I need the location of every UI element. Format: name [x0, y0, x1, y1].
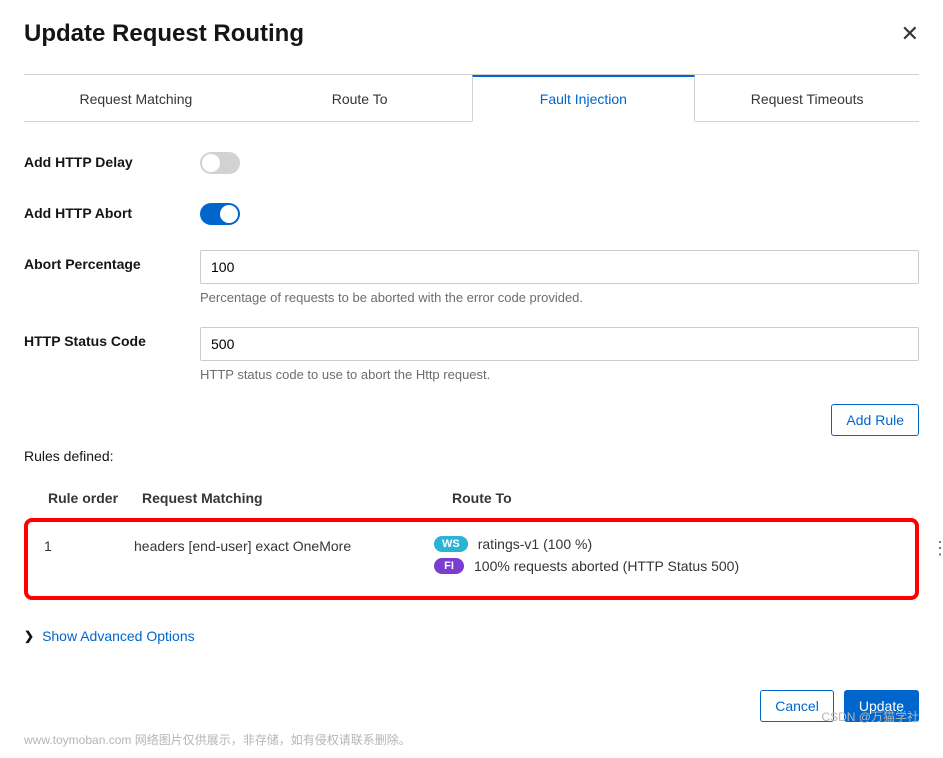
- rule-highlight-box: 1 headers [end-user] exact OneMore WS ra…: [24, 518, 919, 600]
- kebab-icon[interactable]: ⋮: [931, 538, 943, 559]
- add-rule-button[interactable]: Add Rule: [831, 404, 919, 436]
- tabs: Request Matching Route To Fault Injectio…: [24, 74, 919, 122]
- abort-pct-help: Percentage of requests to be aborted wit…: [200, 290, 919, 305]
- advanced-label: Show Advanced Options: [42, 628, 195, 644]
- fi-badge: FI: [434, 558, 464, 574]
- show-advanced-toggle[interactable]: ❯ Show Advanced Options: [24, 628, 919, 644]
- table-row: 1 headers [end-user] exact OneMore WS ra…: [44, 536, 899, 580]
- rule-matching-value: headers [end-user] exact OneMore: [134, 536, 434, 554]
- tab-request-matching[interactable]: Request Matching: [24, 75, 248, 122]
- col-order-header: Rule order: [48, 490, 142, 506]
- tab-request-timeouts[interactable]: Request Timeouts: [695, 75, 919, 122]
- tab-fault-injection[interactable]: Fault Injection: [472, 75, 696, 122]
- abort-toggle[interactable]: [200, 203, 240, 225]
- col-matching-header: Request Matching: [142, 490, 452, 506]
- status-code-help: HTTP status code to use to abort the Htt…: [200, 367, 919, 382]
- route-ws-text: ratings-v1 (100 %): [478, 536, 592, 552]
- col-route-header: Route To: [452, 490, 895, 506]
- status-code-input[interactable]: [200, 327, 919, 361]
- route-fi-text: 100% requests aborted (HTTP Status 500): [474, 558, 739, 574]
- delay-toggle[interactable]: [200, 152, 240, 174]
- page-title: Update Request Routing: [24, 20, 304, 48]
- rules-header: Rule order Request Matching Route To: [24, 478, 919, 518]
- status-code-label: HTTP Status Code: [24, 327, 200, 349]
- close-icon[interactable]: ✕: [901, 21, 919, 47]
- rules-title: Rules defined:: [24, 448, 919, 464]
- delay-label: Add HTTP Delay: [24, 148, 200, 170]
- abort-label: Add HTTP Abort: [24, 199, 200, 221]
- rule-order-value: 1: [44, 536, 134, 554]
- ws-badge: WS: [434, 536, 468, 552]
- abort-pct-label: Abort Percentage: [24, 250, 200, 272]
- tab-route-to[interactable]: Route To: [248, 75, 472, 122]
- abort-pct-input[interactable]: [200, 250, 919, 284]
- chevron-right-icon: ❯: [24, 629, 34, 643]
